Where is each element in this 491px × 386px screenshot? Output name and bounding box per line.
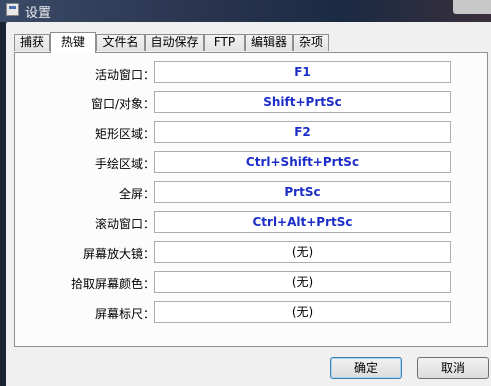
title-bar[interactable]: 设置: [0, 0, 491, 22]
hotkey-input-active-window[interactable]: F1: [154, 61, 451, 83]
hotkey-label: 滚动窗口：: [94, 217, 155, 231]
hotkey-input-scrolling-window[interactable]: Ctrl+Alt+PrtSc: [154, 211, 451, 233]
cancel-button[interactable]: 取消: [417, 357, 489, 379]
tab-misc[interactable]: 杂项: [293, 34, 329, 51]
hotkey-input-fullscreen[interactable]: PrtSc: [154, 181, 451, 203]
hotkey-label: 活动窗口：: [94, 68, 155, 82]
hotkey-input-window-object[interactable]: Shift+PrtSc: [154, 91, 451, 113]
tab-ftp[interactable]: FTP: [204, 34, 245, 51]
hotkey-label: 拾取屏幕颜色：: [70, 277, 155, 291]
close-button[interactable]: [453, 0, 491, 14]
hotkey-input-freehand[interactable]: Ctrl+Shift+PrtSc: [154, 151, 451, 173]
window-title: 设置: [25, 6, 52, 21]
tab-autosave[interactable]: 自动保存: [145, 34, 204, 51]
hotkey-input-color-picker[interactable]: (无): [154, 271, 451, 293]
hotkey-label: 矩形区域：: [94, 127, 155, 141]
hotkey-label: 屏幕放大镜：: [82, 247, 155, 261]
app-icon: [6, 3, 19, 16]
hotkey-input-magnifier[interactable]: (无): [154, 241, 451, 263]
hotkeys-panel: 活动窗口： F1 窗口/对象： Shift+PrtSc 矩形区域： F2 手绘区…: [14, 52, 488, 347]
hotkey-label: 窗口/对象：: [90, 97, 155, 111]
tab-editor[interactable]: 编辑器: [245, 34, 293, 51]
tab-capture[interactable]: 捕获: [14, 34, 50, 51]
hotkey-label: 屏幕标尺：: [94, 307, 155, 321]
hotkey-input-rectangle[interactable]: F2: [154, 121, 451, 143]
tab-hotkeys[interactable]: 热键: [50, 32, 96, 53]
tab-filename[interactable]: 文件名: [96, 34, 145, 51]
settings-dialog: 捕获 热键 文件名 自动保存 FTP 编辑器 杂项 活动窗口： F1 窗口/对象…: [6, 22, 491, 386]
hotkey-label: 全屏：: [118, 187, 155, 201]
hotkey-label: 手绘区域：: [94, 157, 155, 171]
ok-button[interactable]: 确定: [330, 357, 402, 379]
hotkey-input-ruler[interactable]: (无): [154, 301, 451, 323]
